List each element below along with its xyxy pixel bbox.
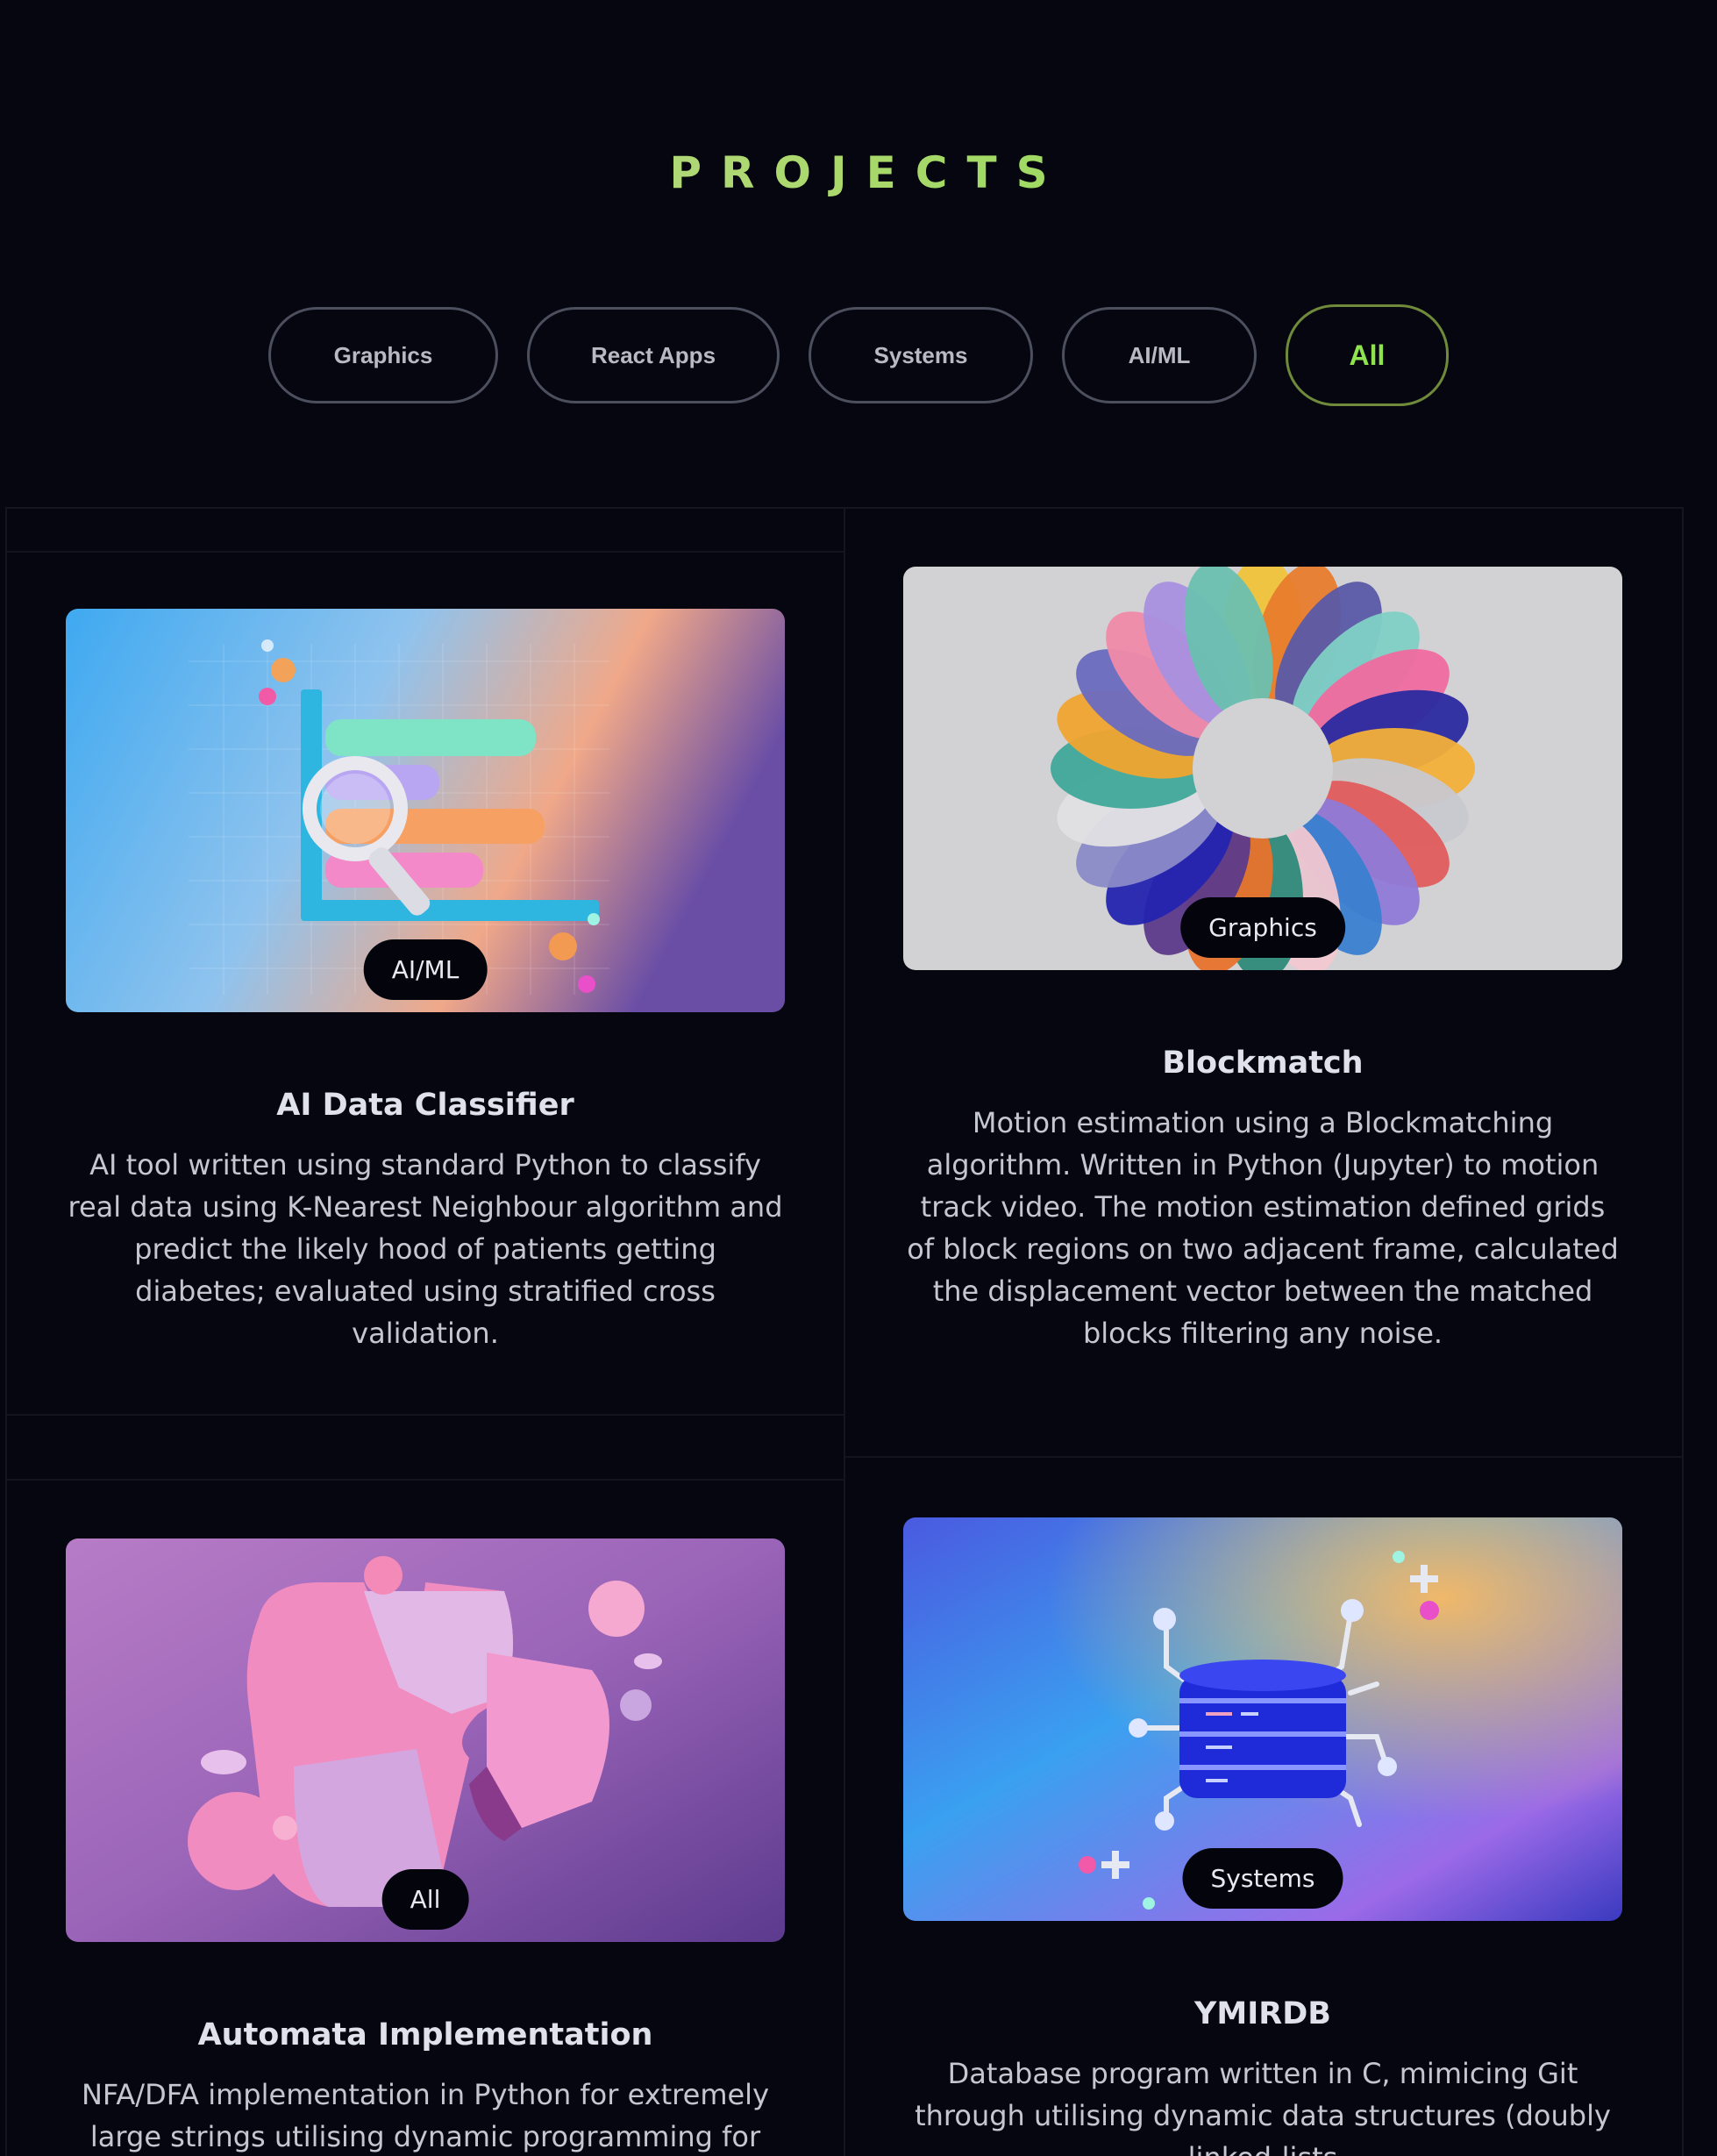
filter-all[interactable]: All	[1286, 304, 1449, 406]
category-badge: Graphics	[1180, 897, 1345, 958]
project-image: Graphics	[903, 567, 1622, 970]
section-title: PROJECTS	[0, 147, 1717, 198]
project-title: Blockmatch	[1162, 1046, 1364, 1081]
project-image: All	[66, 1538, 785, 1942]
project-title: AI Data Classifier	[276, 1088, 574, 1123]
filter-bar: Graphics React Apps Systems AI/ML All	[0, 304, 1717, 406]
filter-ai-ml[interactable]: AI/ML	[1062, 307, 1257, 403]
project-card-ymirdb[interactable]: Systems YMIRDB Database program written …	[903, 1517, 1622, 2156]
project-description: AI tool written using standard Python to…	[68, 1148, 783, 1350]
project-image: AI/ML	[66, 609, 785, 1012]
project-card-automata-implementation[interactable]: All Automata Implementation NFA/DFA impl…	[66, 1538, 785, 2156]
category-badge: Systems	[1182, 1848, 1343, 1909]
project-title: Automata Implementation	[197, 2017, 653, 2052]
project-card-ai-data-classifier[interactable]: AI/ML AI Data Classifier AI tool written…	[66, 609, 785, 1354]
filter-graphics[interactable]: Graphics	[268, 307, 498, 403]
project-description: Motion estimation using a Blockmatching …	[907, 1106, 1619, 1350]
project-description: NFA/DFA implementation in Python for ext…	[81, 2078, 769, 2153]
project-image: Systems	[903, 1517, 1622, 1921]
grid-divider	[845, 1456, 1682, 1458]
category-badge: AI/ML	[363, 939, 488, 1000]
grid-divider	[7, 551, 844, 553]
grid-divider	[7, 1479, 844, 1481]
category-badge: All	[381, 1869, 469, 1930]
filter-systems[interactable]: Systems	[809, 307, 1033, 403]
project-card-blockmatch[interactable]: Graphics Blockmatch Motion estimation us…	[903, 567, 1622, 1354]
grid-divider	[844, 507, 845, 2156]
project-description: Database program written in C, mimicing …	[915, 2057, 1611, 2156]
projects-page: PROJECTS Graphics React Apps Systems AI/…	[0, 0, 1717, 2156]
grid-divider	[7, 1414, 844, 1416]
project-title: YMIRDB	[1194, 1996, 1331, 2031]
filter-react-apps[interactable]: React Apps	[527, 307, 780, 403]
